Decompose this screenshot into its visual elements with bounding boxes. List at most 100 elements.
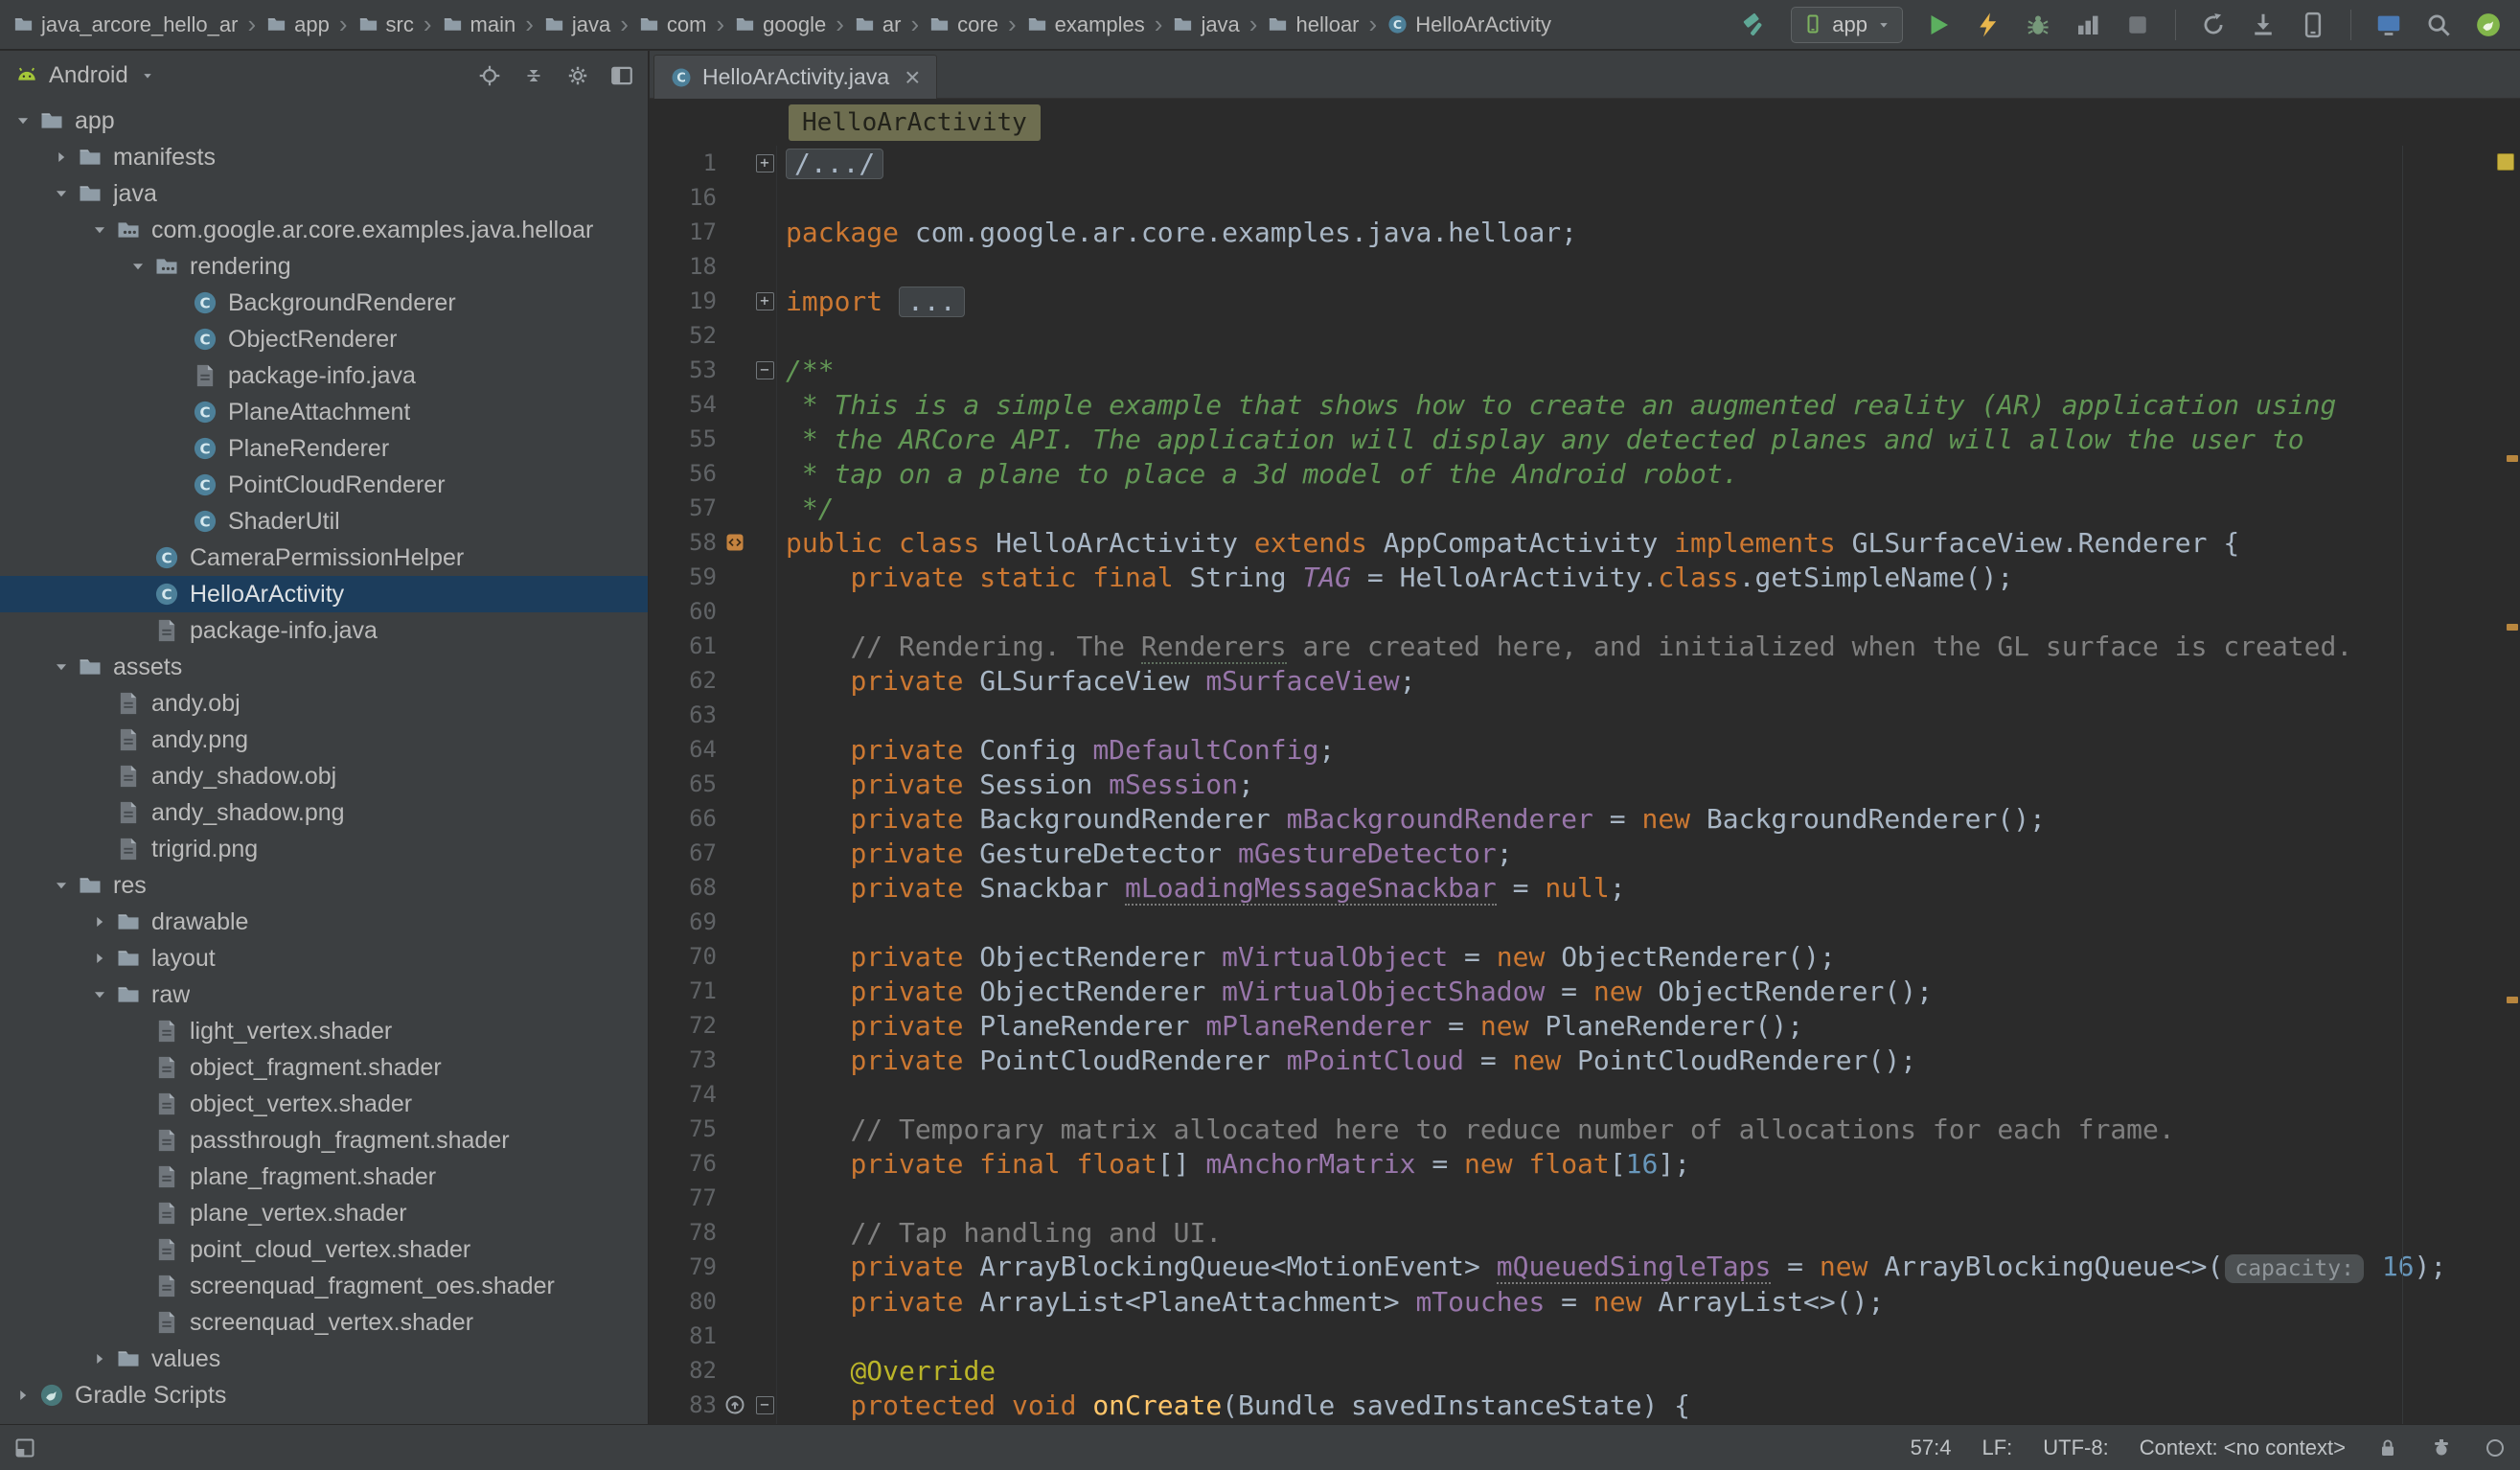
chevron-right-icon[interactable] <box>8 1380 38 1411</box>
code-line-79[interactable]: 79 private ArrayBlockingQueue<MotionEven… <box>650 1250 2520 1284</box>
tree-item-package-info-java[interactable]: package-info.java <box>0 357 648 394</box>
chevron-down-icon[interactable] <box>46 652 77 682</box>
code-line-65[interactable]: 65 private Session mSession; <box>650 767 2520 801</box>
breadcrumb-item-examples[interactable]: examples <box>1023 11 1148 39</box>
code-line-72[interactable]: 72 private PlaneRenderer mPlaneRenderer … <box>650 1008 2520 1043</box>
breadcrumb-item-java[interactable]: java <box>1169 11 1242 39</box>
tree-item-andy-shadow-png[interactable]: andy_shadow.png <box>0 794 648 831</box>
code-line-1[interactable]: 1+/.../ <box>650 146 2520 180</box>
code-line-78[interactable]: 78 // Tap handling and UI. <box>650 1215 2520 1250</box>
code-line-75[interactable]: 75 // Temporary matrix allocated here to… <box>650 1112 2520 1146</box>
code-editor[interactable]: 1+/.../1617package com.google.ar.core.ex… <box>650 146 2520 1424</box>
highlighting-level-icon[interactable] <box>2430 1436 2453 1459</box>
run-config-selector[interactable]: app <box>1791 7 1903 43</box>
code-line-16[interactable]: 16 <box>650 180 2520 215</box>
chevron-right-icon[interactable] <box>46 142 77 172</box>
tree-item-helloaractivity[interactable]: CHelloArActivity <box>0 576 648 612</box>
tree-item-andy-shadow-obj[interactable]: andy_shadow.obj <box>0 758 648 794</box>
collapse-all-icon[interactable] <box>521 63 546 88</box>
toolwindow-switcher-icon[interactable] <box>13 1436 36 1459</box>
inspection-status-icon[interactable] <box>2497 153 2514 171</box>
override-marker-icon[interactable] <box>723 1393 746 1416</box>
breadcrumb-item-helloaractivity[interactable]: CHelloArActivity <box>1384 11 1554 39</box>
profile-icon[interactable] <box>2073 11 2102 39</box>
code-line-70[interactable]: 70 private ObjectRenderer mVirtualObject… <box>650 939 2520 974</box>
encoding-indicator[interactable]: UTF-8: <box>2043 1436 2108 1460</box>
tree-item-objectrenderer[interactable]: CObjectRenderer <box>0 321 648 357</box>
tree-item-light-vertex-shader[interactable]: light_vertex.shader <box>0 1013 648 1049</box>
breadcrumb-item-com[interactable]: com <box>635 11 710 39</box>
warning-stripe-mark[interactable] <box>2507 997 2518 1003</box>
context-indicator[interactable]: Context: <no context> <box>2140 1436 2346 1460</box>
tree-item-screenquad-vertex-shader[interactable]: screenquad_vertex.shader <box>0 1304 648 1341</box>
warning-stripe-mark[interactable] <box>2507 624 2518 631</box>
code-line-66[interactable]: 66 private BackgroundRenderer mBackgroun… <box>650 801 2520 836</box>
tree-item-layout[interactable]: layout <box>0 940 648 976</box>
caret-position[interactable]: 57:4 <box>1911 1436 1952 1460</box>
run-icon[interactable] <box>1924 11 1953 39</box>
tree-item-java[interactable]: java <box>0 175 648 212</box>
code-line-80[interactable]: 80 private ArrayList<PlaneAttachment> mT… <box>650 1284 2520 1319</box>
code-line-69[interactable]: 69 <box>650 905 2520 939</box>
chevron-down-icon[interactable] <box>84 979 115 1010</box>
avd-manager-icon[interactable] <box>2299 11 2327 39</box>
tree-item-app[interactable]: app <box>0 103 648 139</box>
code-line-73[interactable]: 73 private PointCloudRenderer mPointClou… <box>650 1043 2520 1077</box>
tree-item-values[interactable]: values <box>0 1341 648 1377</box>
device-monitor-icon[interactable] <box>2374 11 2403 39</box>
chevron-right-icon[interactable] <box>84 907 115 937</box>
tree-item-raw[interactable]: raw <box>0 976 648 1013</box>
tree-item-pointcloudrenderer[interactable]: CPointCloudRenderer <box>0 467 648 503</box>
tree-item-planeattachment[interactable]: CPlaneAttachment <box>0 394 648 430</box>
tree-item-shaderutil[interactable]: CShaderUtil <box>0 503 648 540</box>
fold-toggle-icon[interactable]: + <box>756 292 774 310</box>
chevron-right-icon[interactable] <box>84 943 115 974</box>
code-line-71[interactable]: 71 private ObjectRenderer mVirtualObject… <box>650 974 2520 1008</box>
tree-item-res[interactable]: res <box>0 867 648 904</box>
chevron-down-icon[interactable] <box>84 215 115 245</box>
tree-item-andy-obj[interactable]: andy.obj <box>0 685 648 722</box>
tree-item-drawable[interactable]: drawable <box>0 904 648 940</box>
code-marker-icon[interactable] <box>723 531 746 554</box>
code-line-52[interactable]: 52 <box>650 318 2520 353</box>
code-line-76[interactable]: 76 private final float[] mAnchorMatrix =… <box>650 1146 2520 1181</box>
fold-toggle-icon[interactable]: − <box>756 361 774 379</box>
breadcrumb-item-java[interactable]: java <box>540 11 613 39</box>
code-line-63[interactable]: 63 <box>650 698 2520 732</box>
code-line-59[interactable]: 59 private static final String TAG = Hel… <box>650 560 2520 594</box>
hide-panel-icon[interactable] <box>609 63 634 88</box>
close-tab-icon[interactable]: × <box>905 68 920 87</box>
code-line-82[interactable]: 82 @Override <box>650 1353 2520 1388</box>
code-line-74[interactable]: 74 <box>650 1077 2520 1112</box>
tree-item-manifests[interactable]: manifests <box>0 139 648 175</box>
tree-item-object-fragment-shader[interactable]: object_fragment.shader <box>0 1049 648 1086</box>
fold-toggle-icon[interactable]: − <box>756 1396 774 1414</box>
tree-item-plane-vertex-shader[interactable]: plane_vertex.shader <box>0 1195 648 1231</box>
code-line-53[interactable]: 53−/** <box>650 353 2520 387</box>
line-ending-indicator[interactable]: LF: <box>1982 1436 2012 1460</box>
tree-item-com-google-ar-core-examples-java-helloar[interactable]: com.google.ar.core.examples.java.helloar <box>0 212 648 248</box>
chevron-down-icon[interactable] <box>123 251 153 282</box>
breadcrumb-item-helloar[interactable]: helloar <box>1264 11 1362 39</box>
apply-changes-icon[interactable] <box>1974 11 2003 39</box>
tree-item-plane-fragment-shader[interactable]: plane_fragment.shader <box>0 1159 648 1195</box>
code-line-58[interactable]: 58public class HelloArActivity extends A… <box>650 525 2520 560</box>
tree-item-andy-png[interactable]: andy.png <box>0 722 648 758</box>
tree-item-assets[interactable]: assets <box>0 649 648 685</box>
chevron-down-icon[interactable] <box>46 178 77 209</box>
breadcrumb-item-java-arcore-hello-ar[interactable]: java_arcore_hello_ar <box>10 11 241 39</box>
editor-tab-helloaractivity[interactable]: C HelloArActivity.java × <box>653 55 937 99</box>
code-line-62[interactable]: 62 private GLSurfaceView mSurfaceView; <box>650 663 2520 698</box>
tree-item-screenquad-fragment-oes-shader[interactable]: screenquad_fragment_oes.shader <box>0 1268 648 1304</box>
tree-item-rendering[interactable]: rendering <box>0 248 648 285</box>
breadcrumb-item-google[interactable]: google <box>731 11 829 39</box>
breadcrumb-item-src[interactable]: src <box>355 11 417 39</box>
sync-project-icon[interactable] <box>2199 11 2228 39</box>
code-line-56[interactable]: 56 * tap on a plane to place a 3d model … <box>650 456 2520 491</box>
tree-item-backgroundrenderer[interactable]: CBackgroundRenderer <box>0 285 648 321</box>
code-line-54[interactable]: 54 * This is a simple example that shows… <box>650 387 2520 422</box>
locate-file-icon[interactable] <box>477 63 502 88</box>
sdk-manager-icon[interactable] <box>2249 11 2278 39</box>
tree-item-point-cloud-vertex-shader[interactable]: point_cloud_vertex.shader <box>0 1231 648 1268</box>
chevron-down-icon[interactable] <box>46 870 77 901</box>
